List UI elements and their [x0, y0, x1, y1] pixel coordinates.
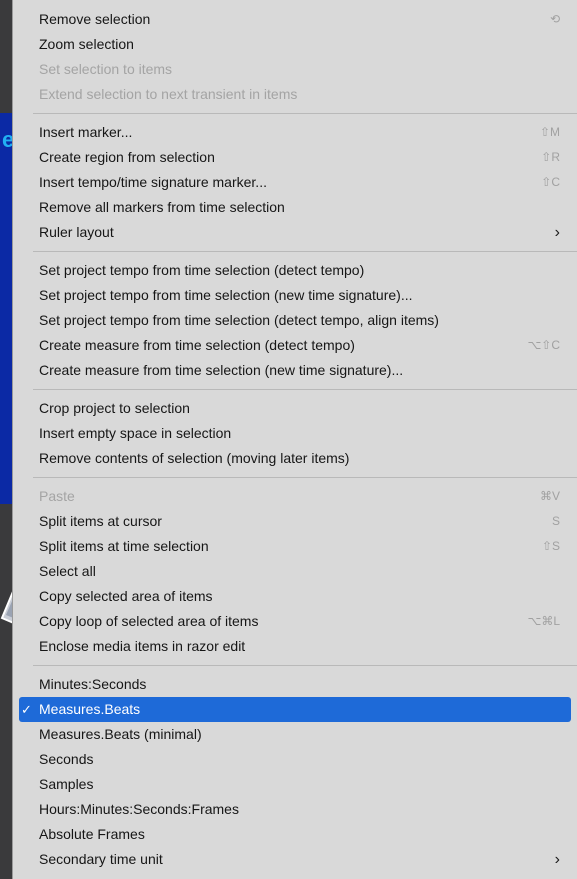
menu-item-zoom-selection[interactable]: Zoom selection — [13, 32, 577, 57]
menu-item-measures-beats[interactable]: ✓ Measures.Beats — [19, 697, 571, 722]
menu-item-hours-minutes-seconds-frames[interactable]: Hours:Minutes:Seconds:Frames — [13, 797, 577, 822]
menu-item-remove-all-markers-from-time-selection[interactable]: Remove all markers from time selection — [13, 195, 577, 220]
menu-item-create-measure-from-time-selection-new-time-signature[interactable]: Create measure from time selection (new … — [13, 358, 577, 383]
menu-item-label: Paste — [39, 488, 75, 504]
chevron-right-icon: › — [554, 851, 560, 868]
menu-item-shortcut: S — [551, 514, 560, 528]
menu-item-label: Insert marker... — [39, 124, 133, 140]
menu-item-select-all[interactable]: Select all — [13, 559, 577, 584]
menu-item-label: Create region from selection — [39, 149, 215, 165]
menu-item-label: Set project tempo from time selection (d… — [39, 262, 365, 278]
menu-item-label: Insert empty space in selection — [39, 425, 232, 441]
menu-item-label: Set project tempo from time selection (d… — [39, 312, 439, 328]
menu-item-split-items-at-time-selection[interactable]: Split items at time selection ⇧S — [13, 534, 577, 559]
menu-item-shortcut: ⌥⇧C — [527, 338, 560, 352]
menu-item-label: Select all — [39, 563, 96, 579]
menu-item-split-items-at-cursor[interactable]: Split items at cursor S — [13, 509, 577, 534]
menu-items: Remove selection ⟲ Zoom selection Set selec… — [13, 7, 577, 872]
menu-item-shortcut: ⌘V — [539, 489, 560, 503]
menu-item-label: Copy loop of selected area of items — [39, 613, 259, 629]
menu-item-secondary-time-unit[interactable]: Secondary time unit › — [13, 847, 577, 872]
menu-item-label: Set selection to items — [39, 61, 173, 77]
menu-separator — [33, 665, 577, 666]
menu-item-label: Extend selection to next transient in it… — [39, 86, 298, 102]
menu-item-insert-empty-space-in-selection[interactable]: Insert empty space in selection — [13, 421, 577, 446]
menu-item-copy-loop-of-selected-area-of-items[interactable]: Copy loop of selected area of items ⌥⌘L — [13, 609, 577, 634]
menu-item-label: Secondary time unit — [39, 851, 163, 867]
menu-item-absolute-frames[interactable]: Absolute Frames — [13, 822, 577, 847]
menu-item-label: Create measure from time selection (new … — [39, 362, 404, 378]
menu-item-seconds[interactable]: Seconds — [13, 747, 577, 772]
menu-item-insert-marker[interactable]: Insert marker... ⇧M — [13, 120, 577, 145]
menu-item-enclose-media-items-in-razor-edit[interactable]: Enclose media items in razor edit — [13, 634, 577, 659]
menu-item-paste: Paste ⌘V — [13, 484, 577, 509]
menu-item-label: Split items at time selection — [39, 538, 209, 554]
menu-item-label: Remove all markers from time selection — [39, 199, 285, 215]
menu-separator — [33, 477, 577, 478]
menu-separator — [33, 389, 577, 390]
menu-item-remove-contents-of-selection-moving-later-items[interactable]: Remove contents of selection (moving lat… — [13, 446, 577, 471]
menu-item-label: Enclose media items in razor edit — [39, 638, 246, 654]
menu-item-label: Crop project to selection — [39, 400, 190, 416]
menu-item-set-selection-to-items: Set selection to items — [13, 57, 577, 82]
context-menu: Remove selection ⟲ Zoom selection Set selec… — [12, 0, 577, 879]
menu-item-label: Measures.Beats — [39, 701, 141, 717]
menu-item-label: Create measure from time selection (dete… — [39, 337, 355, 353]
menu-item-ruler-layout[interactable]: Ruler layout › — [13, 220, 577, 245]
menu-item-shortcut: ⇧C — [541, 175, 560, 189]
menu-item-shortcut: ⇧M — [539, 125, 560, 139]
menu-item-label: Zoom selection — [39, 36, 134, 52]
menu-item-label: Split items at cursor — [39, 513, 162, 529]
menu-item-crop-project-to-selection[interactable]: Crop project to selection — [13, 396, 577, 421]
menu-item-measures-beats-minimal[interactable]: Measures.Beats (minimal) — [13, 722, 577, 747]
menu-item-shortcut: ⇧R — [541, 150, 560, 164]
menu-item-shortcut: ⌥⌘L — [527, 614, 560, 628]
chevron-right-icon: › — [554, 224, 560, 241]
menu-item-insert-tempo-time-signature-marker[interactable]: Insert tempo/time signature marker... ⇧C — [13, 170, 577, 195]
menu-item-label: Remove selection — [39, 11, 151, 27]
menu-separator — [33, 251, 577, 252]
menu-item-label: Set project tempo from time selection (n… — [39, 287, 413, 303]
menu-item-label: Measures.Beats (minimal) — [39, 726, 202, 742]
menu-item-shortcut: ⇧S — [541, 539, 560, 553]
menu-item-remove-selection[interactable]: Remove selection ⟲ — [13, 7, 577, 32]
menu-item-set-project-tempo-from-time-selection-new-time-signature[interactable]: Set project tempo from time selection (n… — [13, 283, 577, 308]
menu-item-set-project-tempo-from-time-selection-detect-tempo-align-items[interactable]: Set project tempo from time selection (d… — [13, 308, 577, 333]
menu-item-label: Absolute Frames — [39, 826, 145, 842]
menu-item-label: Seconds — [39, 751, 94, 767]
menu-item-label: Remove contents of selection (moving lat… — [39, 450, 350, 466]
menu-item-set-project-tempo-from-time-selection-detect-tempo[interactable]: Set project tempo from time selection (d… — [13, 258, 577, 283]
menu-item-extend-selection-to-next-transient-in-items: Extend selection to next transient in it… — [13, 82, 577, 107]
menu-item-label: Copy selected area of items — [39, 588, 213, 604]
menu-item-shortcut: ⟲ — [549, 12, 560, 26]
menu-item-samples[interactable]: Samples — [13, 772, 577, 797]
menu-item-minutes-seconds[interactable]: Minutes:Seconds — [13, 672, 577, 697]
menu-item-create-region-from-selection[interactable]: Create region from selection ⇧R — [13, 145, 577, 170]
menu-separator — [33, 113, 577, 114]
menu-item-label: Ruler layout — [39, 224, 114, 240]
menu-item-label: Insert tempo/time signature marker... — [39, 174, 267, 190]
checkmark-icon: ✓ — [21, 702, 32, 717]
menu-item-label: Samples — [39, 776, 94, 792]
menu-item-label: Minutes:Seconds — [39, 676, 147, 692]
menu-item-label: Hours:Minutes:Seconds:Frames — [39, 801, 239, 817]
menu-item-copy-selected-area-of-items[interactable]: Copy selected area of items — [13, 584, 577, 609]
menu-item-create-measure-from-time-selection-detect-tempo[interactable]: Create measure from time selection (dete… — [13, 333, 577, 358]
